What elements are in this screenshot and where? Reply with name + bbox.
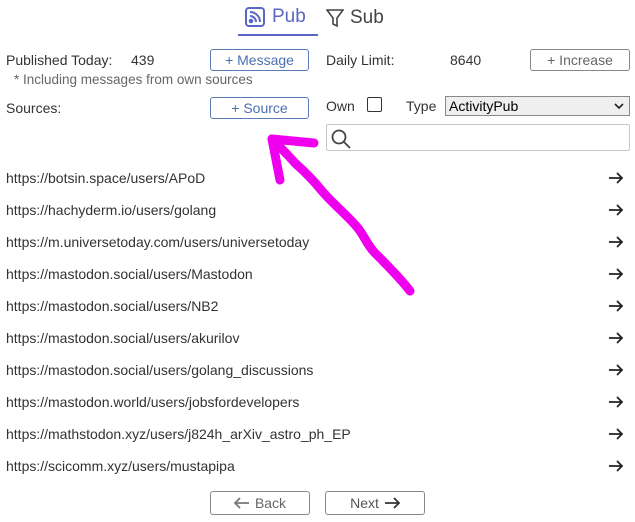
arrow-right-icon[interactable] xyxy=(608,395,624,412)
chevron-down-icon xyxy=(613,99,625,116)
published-today-value: 439 xyxy=(131,52,155,68)
source-url: https://mastodon.world/users/jobsfordeve… xyxy=(6,394,300,410)
tab-sub-label: Sub xyxy=(350,7,384,28)
arrow-right-icon xyxy=(384,497,400,509)
arrow-left-icon xyxy=(233,497,249,509)
add-source-button[interactable]: + Source xyxy=(210,97,309,119)
own-sources-note: * Including messages from own sources xyxy=(14,72,253,87)
tab-bar: Pub Sub xyxy=(0,0,635,40)
source-url: https://mastodon.social/users/NB2 xyxy=(6,298,219,314)
daily-limit-label: Daily Limit: xyxy=(326,52,395,68)
back-button[interactable]: Back xyxy=(210,491,310,515)
own-label: Own xyxy=(326,98,355,114)
annotation-arrow-icon xyxy=(267,134,415,296)
daily-limit-value: 8640 xyxy=(450,52,482,68)
source-url: https://hachyderm.io/users/golang xyxy=(6,202,217,218)
arrow-right-icon[interactable] xyxy=(608,203,624,220)
type-select-value: ActivityPub xyxy=(449,98,519,114)
type-label: Type xyxy=(406,98,437,114)
source-url: https://scicomm.xyz/users/mustapipa xyxy=(6,458,235,474)
tab-sub[interactable]: Sub xyxy=(326,0,384,36)
list-item[interactable]: https://mastodon.social/users/golang_dis… xyxy=(0,354,635,386)
published-today-label: Published Today: xyxy=(6,52,113,68)
arrow-right-icon[interactable] xyxy=(608,299,624,316)
list-item[interactable]: https://scicomm.xyz/users/mustapipa xyxy=(0,450,635,482)
source-url: https://botsin.space/users/APoD xyxy=(6,170,206,186)
arrow-right-icon[interactable] xyxy=(608,459,624,476)
arrow-right-icon[interactable] xyxy=(608,363,624,380)
tab-pub[interactable]: Pub xyxy=(238,0,318,36)
source-url: https://mastodon.social/users/golang_dis… xyxy=(6,362,314,378)
increase-limit-button[interactable]: + Increase xyxy=(530,49,630,71)
filter-icon xyxy=(326,8,344,28)
type-select[interactable]: ActivityPub xyxy=(445,96,630,116)
next-button[interactable]: Next xyxy=(325,491,425,515)
add-message-button[interactable]: + Message xyxy=(210,49,309,71)
source-url: https://mastodon.social/users/Mastodon xyxy=(6,266,253,282)
rss-icon xyxy=(244,6,266,28)
arrow-right-icon[interactable] xyxy=(608,235,624,252)
source-url: https://mastodon.social/users/akurilov xyxy=(6,330,240,346)
list-item[interactable]: https://mastodon.social/users/akurilov xyxy=(0,322,635,354)
own-checkbox[interactable] xyxy=(367,97,382,112)
next-label: Next xyxy=(350,495,379,511)
tab-pub-label: Pub xyxy=(272,6,306,27)
arrow-right-icon[interactable] xyxy=(608,331,624,348)
arrow-right-icon[interactable] xyxy=(608,427,624,444)
list-item[interactable]: https://mastodon.world/users/jobsfordeve… xyxy=(0,386,635,418)
arrow-right-icon[interactable] xyxy=(608,267,624,284)
back-label: Back xyxy=(254,495,287,511)
list-item[interactable]: https://mathstodon.xyz/users/j824h_arXiv… xyxy=(0,418,635,450)
arrow-right-icon[interactable] xyxy=(608,171,624,188)
sources-label: Sources: xyxy=(6,100,62,116)
source-url: https://mathstodon.xyz/users/j824h_arXiv… xyxy=(6,426,351,442)
